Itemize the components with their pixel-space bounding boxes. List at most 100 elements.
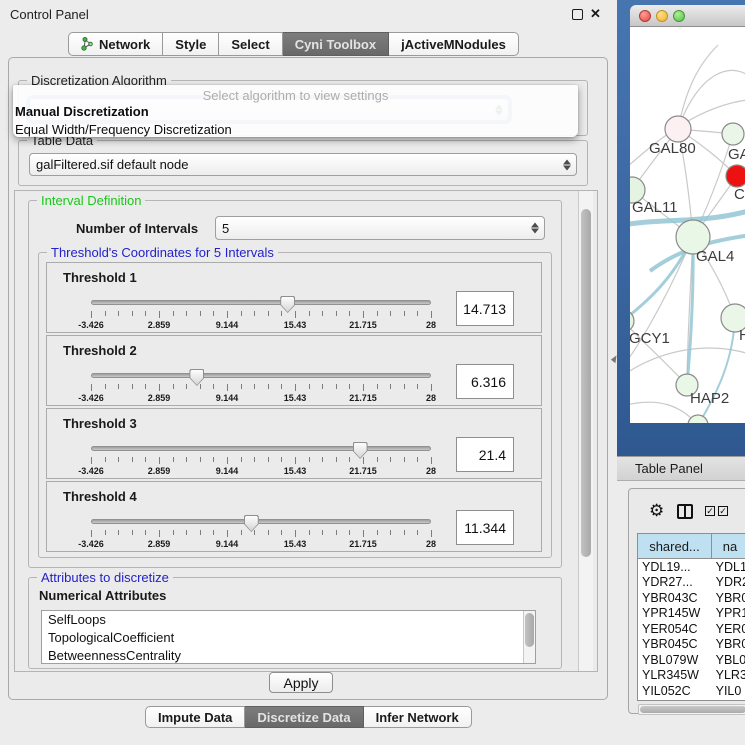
name-cell[interactable]: YER0: [712, 622, 745, 636]
apply-button[interactable]: Apply: [269, 672, 333, 693]
bottom-tab-impute-data[interactable]: Impute Data: [145, 706, 245, 728]
zoom-traffic-light[interactable]: [673, 10, 685, 22]
numerical-attributes-heading: Numerical Attributes: [39, 588, 166, 603]
attribute-item[interactable]: TopologicalCoefficient: [42, 629, 535, 647]
table-panel-titlebar: Table Panel: [617, 456, 745, 481]
table-row[interactable]: YBR045CYBR0: [638, 637, 745, 653]
table-row[interactable]: YBL079WYBL0: [638, 652, 745, 668]
name-cell[interactable]: YDR2: [712, 575, 745, 589]
shared-name-cell[interactable]: YBR043C: [638, 591, 712, 605]
name-cell[interactable]: YBR0: [712, 637, 745, 651]
numerical-attributes-list[interactable]: SelfLoopsTopologicalCoefficientBetweenne…: [41, 610, 536, 664]
slider-tick: [268, 384, 269, 389]
shared-name-cell[interactable]: YBR045C: [638, 637, 712, 651]
threshold-value-field[interactable]: 14.713: [456, 291, 514, 326]
threshold-slider-thumb[interactable]: [189, 369, 204, 386]
attribute-item[interactable]: SelfLoops: [42, 611, 535, 629]
threshold-slider-thumb[interactable]: [353, 442, 368, 459]
name-cell[interactable]: YIL0: [712, 684, 745, 698]
network-node[interactable]: [665, 116, 691, 142]
network-node[interactable]: [722, 123, 744, 145]
minimize-traffic-light[interactable]: [656, 10, 668, 22]
table-row[interactable]: YDL19...YDL1: [638, 559, 745, 575]
threshold-slider-track[interactable]: [91, 300, 431, 305]
close-traffic-light[interactable]: [639, 10, 651, 22]
tab-select[interactable]: Select: [219, 32, 282, 56]
algorithm-option-manual-discretization[interactable]: Manual Discretization: [13, 103, 578, 121]
slider-tick: [309, 311, 310, 316]
threshold-value-field[interactable]: 21.4: [456, 437, 514, 472]
network-canvas[interactable]: GAL80GACGAL11GAL4GCY1HHAP2: [630, 27, 745, 423]
table-row[interactable]: YPR145WYPR1: [638, 606, 745, 622]
threshold-slider-track[interactable]: [91, 373, 431, 378]
name-cell[interactable]: YLR3: [712, 668, 745, 682]
shared-name-cell[interactable]: YDR27...: [638, 575, 712, 589]
shared-name-cell[interactable]: YER054C: [638, 622, 712, 636]
threshold-panel: Threshold 4-3.4262.8599.14415.4321.71528…: [46, 481, 542, 552]
tab-cyni-toolbox[interactable]: Cyni Toolbox: [283, 32, 389, 56]
network-node[interactable]: [688, 415, 708, 423]
slider-tick: [363, 457, 364, 464]
name-cell[interactable]: YPR1: [712, 606, 745, 620]
algorithm-option-equal-width-frequency-discretization[interactable]: Equal Width/Frequency Discretization: [13, 121, 578, 139]
slider-tick: [132, 457, 133, 462]
shared-name-cell[interactable]: YPR145W: [638, 606, 712, 620]
network-node[interactable]: [726, 165, 745, 187]
scrollbar-thumb[interactable]: [581, 209, 591, 557]
column-header-name[interactable]: na: [712, 534, 745, 559]
threshold-slider-thumb[interactable]: [280, 296, 295, 313]
cyni-bottom-tabbar: Impute DataDiscretize DataInfer Network: [145, 706, 472, 728]
column-header-shared-name[interactable]: shared...: [638, 534, 712, 559]
threshold-slider-track[interactable]: [91, 446, 431, 451]
network-window-titlebar[interactable]: [630, 5, 745, 27]
shared-name-cell[interactable]: YDL19...: [638, 560, 712, 574]
settings-vertical-scrollbar[interactable]: [578, 191, 593, 671]
slider-tick-label: 9.144: [216, 320, 239, 330]
checkbox-icon[interactable]: ✓: [718, 506, 728, 516]
bottom-tab-infer-network[interactable]: Infer Network: [364, 706, 472, 728]
tab-jactivemnodules[interactable]: jActiveMNodules: [389, 32, 519, 56]
columns-icon[interactable]: [677, 504, 693, 519]
slider-tick: [404, 457, 405, 462]
slider-tick: [281, 457, 282, 462]
gear-icon[interactable]: ⚙: [649, 502, 664, 519]
shared-name-cell[interactable]: YBL079W: [638, 653, 712, 667]
slider-tick-label: 2.859: [148, 320, 171, 330]
threshold-slider-thumb[interactable]: [244, 515, 259, 532]
threshold-slider-track[interactable]: [91, 519, 431, 524]
tab-style[interactable]: Style: [163, 32, 219, 56]
name-cell[interactable]: YBR0: [712, 591, 745, 605]
slider-tick: [132, 530, 133, 535]
table-row[interactable]: YBR043CYBR0: [638, 590, 745, 606]
shared-name-cell[interactable]: YIL052C: [638, 684, 712, 698]
table-data-combobox[interactable]: galFiltered.sif default node: [29, 153, 577, 176]
name-cell[interactable]: YBL0: [712, 653, 745, 667]
table-row[interactable]: YLR345WYLR3: [638, 668, 745, 684]
slider-tick: [295, 457, 296, 464]
slider-tick: [322, 311, 323, 316]
bottom-tab-discretize-data[interactable]: Discretize Data: [245, 706, 363, 728]
network-graph: GAL80GACGAL11GAL4GCY1HHAP2: [630, 27, 745, 423]
close-window-button[interactable]: ✕: [590, 8, 601, 20]
table-row[interactable]: YER054CYER0: [638, 621, 745, 637]
num-intervals-spinner[interactable]: 5: [215, 216, 545, 240]
table-horizontal-scrollbar[interactable]: [638, 704, 745, 715]
slider-tick: [336, 384, 337, 389]
threshold-value-field[interactable]: 11.344: [456, 510, 514, 545]
attributes-list-scrollbar[interactable]: [523, 611, 535, 663]
name-cell[interactable]: YDL1: [712, 560, 745, 574]
scrollbar-thumb[interactable]: [525, 613, 534, 647]
slider-tick: [390, 311, 391, 316]
shared-name-cell[interactable]: YLR345W: [638, 668, 712, 682]
slider-tick: [363, 311, 364, 318]
table-row[interactable]: YDR27...YDR2: [638, 575, 745, 591]
attribute-item[interactable]: BetweennessCentrality: [42, 647, 535, 664]
threshold-value-field[interactable]: 6.316: [456, 364, 514, 399]
scrollbar-thumb[interactable]: [640, 706, 745, 713]
float-window-button[interactable]: [572, 9, 583, 20]
slider-tick-label: 28: [426, 393, 436, 403]
table-row[interactable]: YIL052CYIL0: [638, 683, 745, 699]
checkbox-icon[interactable]: ✓: [705, 506, 715, 516]
table-data-group: Table Data galFiltered.sif default node: [18, 140, 588, 186]
tab-network[interactable]: Network: [68, 32, 163, 56]
